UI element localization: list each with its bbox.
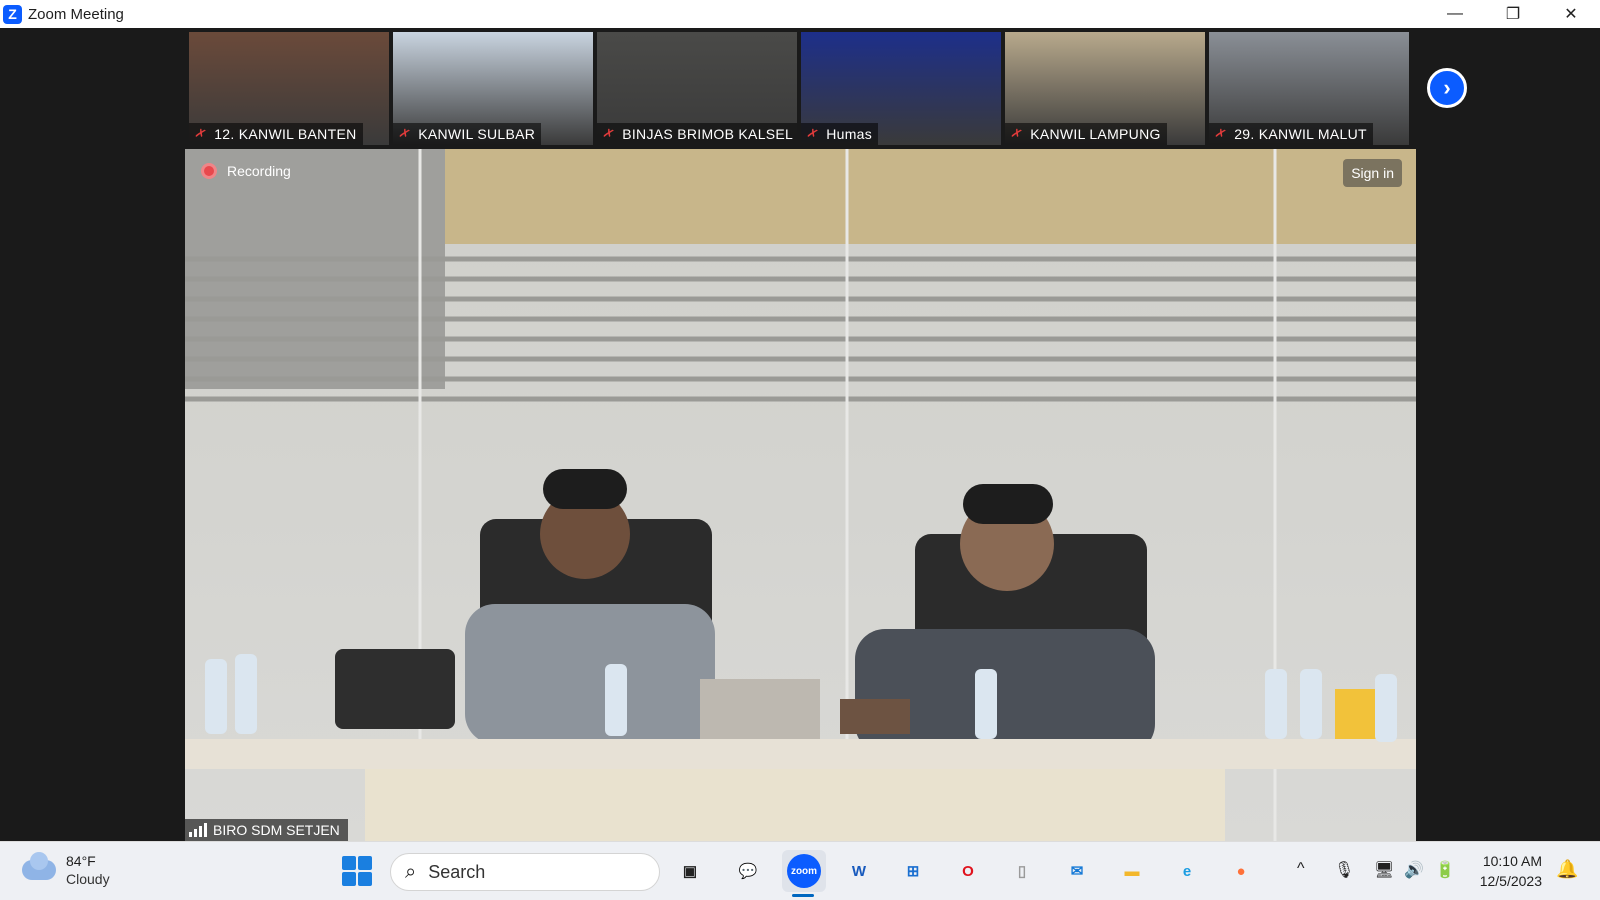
participant-tile[interactable]: ✗ KANWIL SULBAR xyxy=(393,32,593,145)
title-bar: Z Zoom Meeting — ❐ ✕ xyxy=(0,0,1600,28)
participant-tile[interactable]: ✗ 29. KANWIL MALUT xyxy=(1209,32,1409,145)
sign-in-button[interactable]: Sign in xyxy=(1343,159,1402,187)
participant-name: Humas xyxy=(826,126,873,142)
edge-icon[interactable]: e xyxy=(1170,854,1204,888)
window-title: Zoom Meeting xyxy=(28,5,124,23)
participant-name: 29. KANWIL MALUT xyxy=(1234,126,1367,142)
clock-date: 12/5/2023 xyxy=(1479,873,1542,889)
participant-name: KANWIL LAMPUNG xyxy=(1030,126,1161,142)
participant-name-label: ✗ Humas xyxy=(801,123,879,145)
participant-name: BINJAS BRIMOB KALSEL xyxy=(622,126,794,142)
minimize-button[interactable]: — xyxy=(1426,0,1484,28)
muted-mic-icon: ✗ xyxy=(1212,124,1229,143)
weather-temperature: 84°F xyxy=(66,853,96,869)
window-controls: — ❐ ✕ xyxy=(1426,0,1600,28)
recording-dot-icon xyxy=(201,163,217,179)
clock-time: 10:10 AM xyxy=(1482,853,1542,869)
participant-name: 12. KANWIL BANTEN xyxy=(214,126,357,142)
file-explorer-icon[interactable]: ▬ xyxy=(1115,854,1149,888)
participant-name-label: ✗ KANWIL LAMPUNG xyxy=(1005,123,1167,145)
mail-icon[interactable]: ✉ xyxy=(1060,854,1094,888)
speaker-video-scene xyxy=(185,149,1416,841)
muted-mic-icon: ✗ xyxy=(804,124,821,143)
network-icon[interactable]: 🖥 xyxy=(1374,860,1394,880)
participant-tile[interactable]: ✗ 12. KANWIL BANTEN xyxy=(189,32,389,145)
search-icon: ⌕ xyxy=(405,860,417,883)
next-participants-button[interactable]: › xyxy=(1427,68,1467,108)
signal-strength-icon xyxy=(189,823,207,837)
participant-tile[interactable]: ✗ Humas xyxy=(801,32,1001,145)
file-icon[interactable]: ▯ xyxy=(1005,854,1039,888)
zoom-logo-icon: Z xyxy=(3,4,22,24)
taskbar-search[interactable]: ⌕ Search xyxy=(390,853,660,891)
participant-strip: ✗ 12. KANWIL BANTEN ✗ KANWIL SULBAR ✗ BINJAS … xyxy=(189,32,1413,145)
teams-chat-icon[interactable]: 💬 xyxy=(731,854,765,888)
muted-mic-icon: ✗ xyxy=(396,124,413,143)
participant-name-label: ✗ BINJAS BRIMOB KALSEL xyxy=(597,123,797,145)
muted-mic-icon: ✗ xyxy=(192,124,209,143)
search-placeholder: Search xyxy=(428,861,486,882)
start-button[interactable] xyxy=(342,856,372,886)
recording-label: Recording xyxy=(227,163,291,179)
participant-name: KANWIL SULBAR xyxy=(418,126,536,142)
active-speaker-label: BIRO SDM SETJEN xyxy=(185,819,348,841)
system-clock[interactable]: 10:10 AM 12/5/2023 xyxy=(1470,851,1542,891)
windows-taskbar: 84°F Cloudy ⌕ Search ▣ 💬 zoom W ⊞ O ▯ ✉ ▬ e ● ^ 🎙 … xyxy=(0,841,1600,900)
active-app-indicator xyxy=(792,894,814,897)
close-button[interactable]: ✕ xyxy=(1542,0,1600,28)
meeting-area: ✗ 12. KANWIL BANTEN ✗ KANWIL SULBAR ✗ BINJAS … xyxy=(0,28,1600,841)
recording-indicator[interactable]: Recording xyxy=(201,163,291,179)
opera-icon[interactable]: O xyxy=(951,854,985,888)
firefox-icon[interactable]: ● xyxy=(1224,854,1258,888)
microphone-icon[interactable]: 🎙 xyxy=(1334,860,1354,880)
restore-button[interactable]: ❐ xyxy=(1484,0,1542,28)
active-speaker-video[interactable]: Recording Sign in BIRO SDM SETJEN xyxy=(185,149,1416,841)
weather-condition: Cloudy xyxy=(66,871,110,887)
participant-name-label: ✗ 12. KANWIL BANTEN xyxy=(189,123,363,145)
participant-tile[interactable]: ✗ BINJAS BRIMOB KALSEL xyxy=(597,32,797,145)
speaker-name: BIRO SDM SETJEN xyxy=(213,822,340,838)
word-icon[interactable]: W xyxy=(842,854,876,888)
muted-mic-icon: ✗ xyxy=(600,124,617,143)
cloud-icon xyxy=(22,852,56,880)
participant-name-label: ✗ 29. KANWIL MALUT xyxy=(1209,123,1373,145)
participant-tile[interactable]: ✗ KANWIL LAMPUNG xyxy=(1005,32,1205,145)
show-hidden-icons-button[interactable]: ^ xyxy=(1297,860,1305,878)
weather-widget[interactable]: 84°F Cloudy xyxy=(22,852,110,888)
notification-icon[interactable]: 🔔 xyxy=(1556,859,1578,880)
store-icon[interactable]: ⊞ xyxy=(896,854,930,888)
volume-icon[interactable]: 🔊 xyxy=(1404,860,1424,880)
participant-name-label: ✗ KANWIL SULBAR xyxy=(393,123,542,145)
battery-icon[interactable]: 🔋 xyxy=(1435,860,1455,880)
zoom-icon[interactable]: zoom xyxy=(787,854,821,888)
task-view-icon[interactable]: ▣ xyxy=(673,854,707,888)
muted-mic-icon: ✗ xyxy=(1008,124,1025,143)
